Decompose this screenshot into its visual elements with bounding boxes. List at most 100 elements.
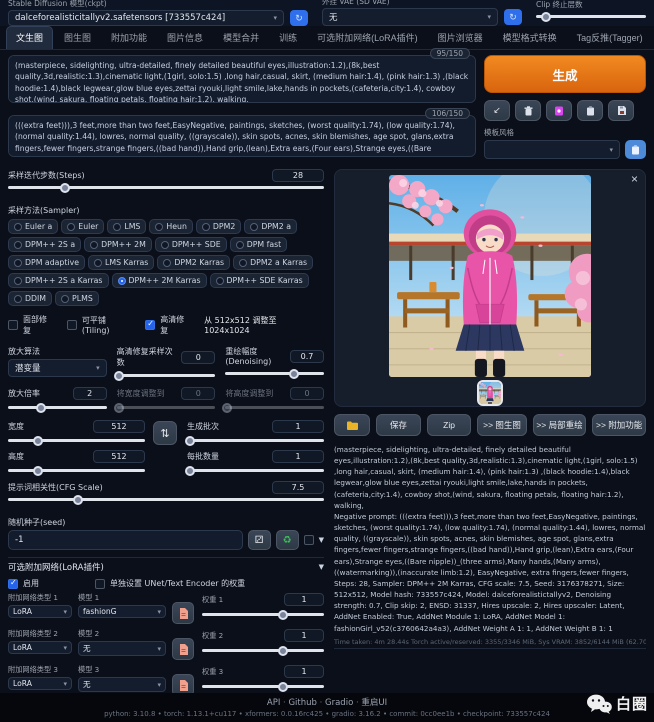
model-file-button[interactable] (172, 602, 194, 624)
sampler-option[interactable]: PLMS (55, 291, 99, 306)
sampler-option[interactable]: DPM++ 2S a Karras (8, 273, 109, 288)
save-button[interactable]: 保存 (376, 414, 421, 436)
sampler-option[interactable]: DPM2 (196, 219, 241, 234)
sampler-option[interactable]: DPM++ 2M (84, 237, 152, 252)
tab-png-info[interactable]: 图片信息 (158, 27, 212, 49)
sampler-option[interactable]: DPM fast (230, 237, 288, 252)
weight-slider[interactable] (202, 645, 324, 656)
github-link[interactable]: Github (280, 698, 317, 708)
extra-networks-button[interactable] (546, 100, 572, 121)
lora-accordion-header[interactable]: 可选附加网络(LoRA插件) ▼ (8, 561, 324, 573)
network-type-dropdown[interactable]: LoRA▾ (8, 605, 72, 618)
slider-handle[interactable] (114, 371, 124, 381)
sampler-option[interactable]: DPM++ SDE Karras (210, 273, 309, 288)
height-value[interactable]: 512 (93, 450, 145, 463)
slider-handle[interactable] (73, 495, 83, 505)
slider-handle[interactable] (60, 183, 70, 193)
slider-handle[interactable] (36, 403, 46, 413)
random-seed-button[interactable]: ⚂ (248, 530, 271, 550)
slider-handle[interactable] (278, 682, 288, 692)
sampler-option-selected[interactable]: DPM++ 2M Karras (112, 273, 207, 288)
seed-input[interactable] (8, 530, 243, 550)
model-slot-dropdown[interactable]: 无▾ (78, 677, 166, 692)
tab-tagger[interactable]: Tag反推(Tagger) (568, 27, 652, 49)
hires-fix-checkbox[interactable]: 高清修复 (145, 314, 192, 336)
width-value[interactable]: 512 (93, 420, 145, 433)
sampler-option[interactable]: LMS (107, 219, 146, 234)
negative-prompt-input[interactable]: (((extra feet))),3 feet,more than two fe… (8, 115, 476, 157)
steps-slider[interactable] (8, 182, 324, 193)
slider-handle[interactable] (278, 646, 288, 656)
tiling-checkbox[interactable]: 可平铺(Tiling) (67, 315, 133, 335)
gallery-thumbnail[interactable] (477, 380, 503, 406)
weight-value[interactable]: 1 (284, 593, 324, 606)
batch-count-value[interactable]: 1 (272, 420, 324, 433)
batch-size-slider[interactable] (187, 465, 324, 476)
send-to-img2img-button[interactable]: >> 图生图 (477, 414, 526, 436)
reuse-seed-button[interactable]: ♻ (276, 530, 299, 550)
close-icon[interactable]: × (631, 172, 638, 186)
tab-train[interactable]: 训练 (270, 27, 306, 49)
lora-enable-checkbox[interactable]: 启用 (8, 578, 39, 589)
restore-faces-checkbox[interactable]: 面部修复 (8, 314, 55, 336)
tab-txt2img[interactable]: 文生图 (6, 26, 53, 49)
save-style-button[interactable] (608, 100, 634, 121)
zip-button[interactable]: Zip (427, 414, 472, 436)
model-dropdown[interactable]: dalceforealisticitallyv2.safetensors [73… (8, 10, 284, 26)
steps-value[interactable]: 28 (272, 169, 324, 182)
height-slider[interactable] (8, 465, 145, 476)
prompt-input[interactable]: (masterpiece, sidelighting, ultra-detail… (8, 55, 476, 103)
tab-image-browser[interactable]: 图片浏览器 (429, 27, 492, 49)
generate-button[interactable]: 生成 (484, 55, 646, 93)
upscale-by-value[interactable]: 2 (73, 387, 107, 400)
hires-steps-value[interactable]: 0 (181, 351, 215, 364)
tab-extras[interactable]: 附加功能 (102, 27, 156, 49)
open-folder-button[interactable] (334, 414, 370, 436)
extra-seed-checkbox[interactable] (304, 535, 314, 545)
model-refresh-button[interactable]: ↻ (290, 10, 308, 26)
slider-handle[interactable] (278, 610, 288, 620)
sampler-option[interactable]: DPM++ 2S a (8, 237, 81, 252)
gradio-link[interactable]: Gradio (317, 698, 353, 708)
sampler-option[interactable]: DPM++ SDE (155, 237, 227, 252)
lora-separate-weights-checkbox[interactable]: 单独设置 UNet/Text Encoder 的权重 (95, 578, 245, 589)
upscale-by-slider[interactable] (8, 402, 107, 413)
read-params-button[interactable]: ↙ (484, 100, 510, 121)
model-slot-dropdown[interactable]: 无▾ (78, 641, 166, 656)
sampler-option[interactable]: DPM2 a (244, 219, 297, 234)
hires-steps-slider[interactable] (117, 370, 216, 381)
weight-slider[interactable] (202, 681, 324, 692)
sampler-option[interactable]: DPM2 Karras (157, 255, 230, 270)
tab-model-converter[interactable]: 模型格式转换 (494, 27, 566, 49)
tab-checkpoint-merger[interactable]: 模型合并 (214, 27, 268, 49)
slider-handle[interactable] (289, 369, 299, 379)
cfg-value[interactable]: 7.5 (272, 481, 324, 494)
sampler-option[interactable]: Heun (149, 219, 193, 234)
clip-skip-slider[interactable] (536, 11, 646, 22)
weight-value[interactable]: 1 (284, 665, 324, 678)
send-to-extras-button[interactable]: >> 附加功能 (592, 414, 646, 436)
model-file-button[interactable] (172, 638, 194, 660)
vae-refresh-button[interactable]: ↻ (504, 9, 522, 25)
width-slider[interactable] (8, 435, 145, 446)
apply-selected-style-button[interactable] (625, 140, 646, 159)
clear-prompt-button[interactable] (515, 100, 541, 121)
denoising-value[interactable]: 0.7 (290, 350, 324, 363)
tab-img2img[interactable]: 图生图 (55, 27, 100, 49)
sampler-option[interactable]: DDIM (8, 291, 52, 306)
sampler-option[interactable]: DPM adaptive (8, 255, 85, 270)
slider-handle[interactable] (185, 436, 195, 446)
slider-handle[interactable] (33, 466, 43, 476)
tab-additional-networks[interactable]: 可选附加网络(LoRA插件) (308, 27, 427, 49)
batch-size-value[interactable]: 1 (272, 450, 324, 463)
upscaler-dropdown[interactable]: 潜变量▾ (8, 359, 107, 377)
weight-slider[interactable] (202, 609, 324, 620)
sampler-option[interactable]: Euler (61, 219, 104, 234)
sampler-option[interactable]: DPM2 a Karras (233, 255, 313, 270)
slider-handle[interactable] (33, 436, 43, 446)
sampler-option[interactable]: Euler a (8, 219, 58, 234)
denoising-slider[interactable] (225, 368, 324, 379)
network-type-dropdown[interactable]: LoRA▾ (8, 641, 72, 654)
model-slot-dropdown[interactable]: fashionG▾ (78, 605, 166, 618)
sampler-option[interactable]: LMS Karras (88, 255, 154, 270)
